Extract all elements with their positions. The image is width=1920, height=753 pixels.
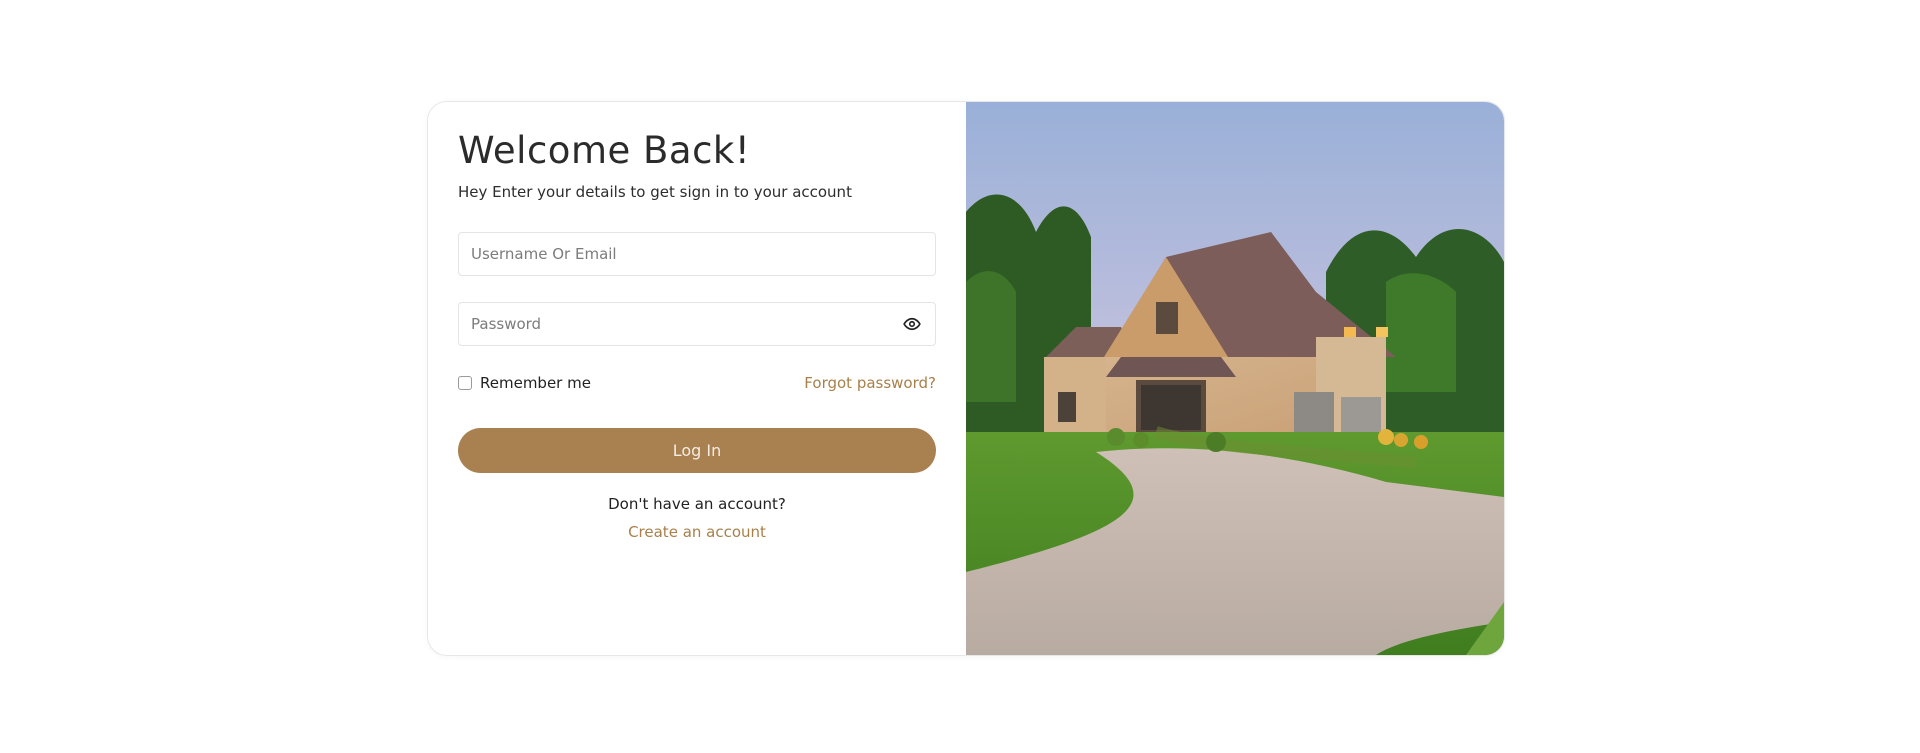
no-account-text: Don't have an account? [608,495,786,513]
remember-me-checkbox[interactable] [458,376,472,390]
password-input[interactable] [459,303,901,345]
login-card: Welcome Back! Hey Enter your details to … [427,101,1505,656]
create-account-link[interactable]: Create an account [428,522,966,542]
page-subtitle: Hey Enter your details to get sign in to… [458,183,852,201]
password-field [458,302,936,346]
remember-me-label: Remember me [480,374,591,392]
username-input[interactable] [459,233,935,275]
username-field [458,232,936,276]
login-form-panel: Welcome Back! Hey Enter your details to … [428,102,966,655]
remember-row: Remember me Forgot password? [458,372,936,394]
eye-icon[interactable] [901,313,923,335]
login-button[interactable]: Log In [458,428,936,473]
house-image [966,102,1504,655]
forgot-password-link[interactable]: Forgot password? [804,374,936,392]
page-title: Welcome Back! [458,129,751,172]
remember-me[interactable]: Remember me [458,374,591,392]
